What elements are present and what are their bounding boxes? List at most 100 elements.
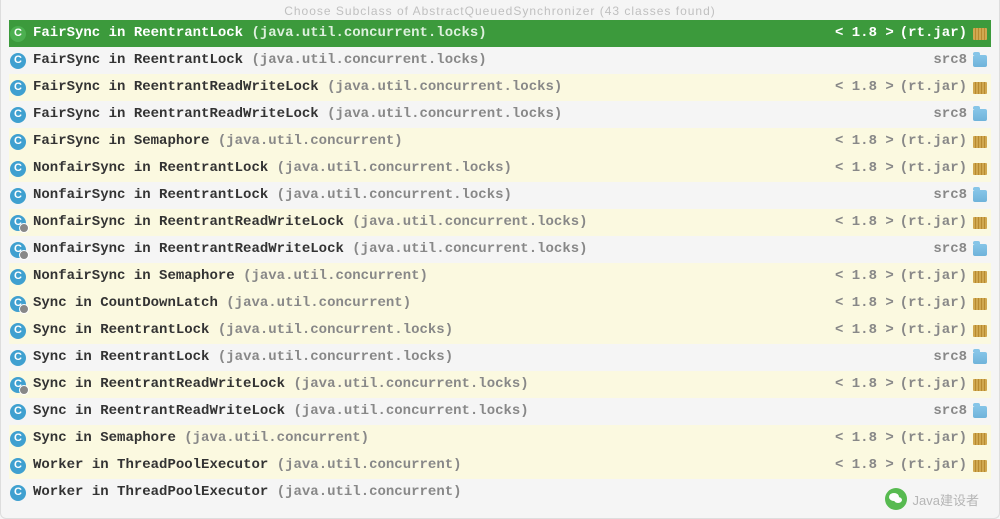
list-item[interactable]: C FairSync in ReentrantLock (java.util.c… bbox=[9, 47, 991, 74]
class-icon: C bbox=[9, 25, 27, 43]
item-main-text: Sync in ReentrantReadWriteLock (java.uti… bbox=[33, 374, 829, 395]
item-meta: src8 bbox=[933, 347, 987, 368]
in-keyword: in bbox=[75, 376, 100, 392]
list-item[interactable]: C FairSync in ReentrantReadWriteLock (ja… bbox=[9, 74, 991, 101]
list-item[interactable]: C NonfairSync in ReentrantLock (java.uti… bbox=[9, 155, 991, 182]
enclosing-class: ReentrantLock bbox=[100, 349, 218, 365]
package-name: (java.util.concurrent.locks) bbox=[293, 403, 528, 419]
package-name: (java.util.concurrent) bbox=[277, 457, 462, 473]
list-item[interactable]: C Sync in CountDownLatch (java.util.conc… bbox=[9, 290, 991, 317]
location-icon bbox=[973, 28, 987, 40]
class-icon: C bbox=[9, 403, 27, 421]
package-name: (java.util.concurrent) bbox=[218, 133, 403, 149]
jdk-version: < 1.8 > bbox=[835, 23, 894, 44]
enclosing-class: ReentrantReadWriteLock bbox=[134, 79, 327, 95]
item-meta: src8 bbox=[933, 401, 987, 422]
class-name: FairSync bbox=[33, 106, 100, 122]
list-item[interactable]: C Worker in ThreadPoolExecutor (java.uti… bbox=[9, 479, 991, 506]
package-name: (java.util.concurrent.locks) bbox=[251, 52, 486, 68]
location-label: (rt.jar) bbox=[900, 266, 967, 287]
in-keyword: in bbox=[75, 430, 100, 446]
class-icon: C bbox=[9, 52, 27, 70]
location-icon bbox=[973, 325, 987, 337]
list-item[interactable]: C FairSync in Semaphore (java.util.concu… bbox=[9, 128, 991, 155]
in-keyword: in bbox=[92, 484, 117, 500]
item-main-text: NonfairSync in ReentrantLock (java.util.… bbox=[33, 185, 927, 206]
jdk-version: < 1.8 > bbox=[835, 320, 894, 341]
list-item[interactable]: C NonfairSync in Semaphore (java.util.co… bbox=[9, 263, 991, 290]
list-item[interactable]: C NonfairSync in ReentrantReadWriteLock … bbox=[9, 209, 991, 236]
list-item[interactable]: C Worker in ThreadPoolExecutor (java.uti… bbox=[9, 452, 991, 479]
class-icon: C bbox=[9, 295, 27, 313]
enclosing-class: ReentrantLock bbox=[134, 25, 252, 41]
class-icon: C bbox=[9, 430, 27, 448]
item-meta: < 1.8 > (rt.jar) bbox=[835, 428, 987, 449]
jdk-version: < 1.8 > bbox=[835, 212, 894, 233]
list-item[interactable]: C Sync in ReentrantLock (java.util.concu… bbox=[9, 344, 991, 371]
package-name: (java.util.concurrent.locks) bbox=[277, 187, 512, 203]
item-meta: src8 bbox=[933, 50, 987, 71]
package-name: (java.util.concurrent.locks) bbox=[218, 322, 453, 338]
package-name: (java.util.concurrent) bbox=[277, 484, 462, 500]
item-main-text: Sync in ReentrantReadWriteLock (java.uti… bbox=[33, 401, 927, 422]
enclosing-class: ReentrantReadWriteLock bbox=[159, 241, 352, 257]
in-keyword: in bbox=[134, 160, 159, 176]
package-name: (java.util.concurrent.locks) bbox=[251, 25, 486, 41]
class-icon: C bbox=[9, 322, 27, 340]
item-meta: < 1.8 > (rt.jar) bbox=[835, 320, 987, 341]
in-keyword: in bbox=[75, 322, 100, 338]
class-icon: C bbox=[9, 457, 27, 475]
enclosing-class: ReentrantLock bbox=[134, 52, 252, 68]
list-item[interactable]: C FairSync in ReentrantReadWriteLock (ja… bbox=[9, 101, 991, 128]
in-keyword: in bbox=[92, 457, 117, 473]
enclosing-class: ThreadPoolExecutor bbox=[117, 484, 277, 500]
in-keyword: in bbox=[109, 133, 134, 149]
item-meta: < 1.8 > (rt.jar) bbox=[835, 374, 987, 395]
class-name: NonfairSync bbox=[33, 268, 125, 284]
location-icon bbox=[973, 217, 987, 229]
list-item[interactable]: C NonfairSync in ReentrantReadWriteLock … bbox=[9, 236, 991, 263]
in-keyword: in bbox=[109, 25, 134, 41]
class-icon: C bbox=[9, 349, 27, 367]
list-item[interactable]: C Sync in ReentrantReadWriteLock (java.u… bbox=[9, 398, 991, 425]
location-label: src8 bbox=[933, 401, 967, 422]
location-label: (rt.jar) bbox=[900, 320, 967, 341]
jdk-version: < 1.8 > bbox=[835, 131, 894, 152]
class-name: Sync bbox=[33, 349, 67, 365]
location-label: (rt.jar) bbox=[900, 158, 967, 179]
item-meta: < 1.8 > (rt.jar) bbox=[835, 266, 987, 287]
location-icon bbox=[973, 82, 987, 94]
jdk-version: < 1.8 > bbox=[835, 158, 894, 179]
list-item[interactable]: C Sync in ReentrantReadWriteLock (java.u… bbox=[9, 371, 991, 398]
list-item[interactable]: C Sync in Semaphore (java.util.concurren… bbox=[9, 425, 991, 452]
class-suggestion-list: C FairSync in ReentrantLock (java.util.c… bbox=[9, 20, 991, 506]
package-name: (java.util.concurrent.locks) bbox=[327, 106, 562, 122]
class-name: NonfairSync bbox=[33, 214, 125, 230]
enclosing-class: Semaphore bbox=[100, 430, 184, 446]
class-name: NonfairSync bbox=[33, 187, 125, 203]
class-name: FairSync bbox=[33, 25, 100, 41]
item-main-text: FairSync in ReentrantReadWriteLock (java… bbox=[33, 77, 829, 98]
location-icon bbox=[973, 136, 987, 148]
in-keyword: in bbox=[75, 349, 100, 365]
class-name: Worker bbox=[33, 457, 83, 473]
location-label: (rt.jar) bbox=[900, 77, 967, 98]
location-icon bbox=[973, 190, 987, 202]
location-icon bbox=[973, 163, 987, 175]
wechat-icon bbox=[885, 488, 907, 510]
package-name: (java.util.concurrent.locks) bbox=[277, 160, 512, 176]
class-name: FairSync bbox=[33, 52, 100, 68]
item-meta: < 1.8 > (rt.jar) bbox=[835, 131, 987, 152]
location-icon bbox=[973, 433, 987, 445]
list-item[interactable]: C NonfairSync in ReentrantLock (java.uti… bbox=[9, 182, 991, 209]
item-meta: src8 bbox=[933, 239, 987, 260]
list-item[interactable]: C Sync in ReentrantLock (java.util.concu… bbox=[9, 317, 991, 344]
package-name: (java.util.concurrent.locks) bbox=[327, 79, 562, 95]
location-icon bbox=[973, 271, 987, 283]
list-item[interactable]: C FairSync in ReentrantLock (java.util.c… bbox=[9, 20, 991, 47]
class-name: Sync bbox=[33, 376, 67, 392]
class-icon: C bbox=[9, 79, 27, 97]
location-label: src8 bbox=[933, 239, 967, 260]
enclosing-class: Semaphore bbox=[159, 268, 243, 284]
location-label: (rt.jar) bbox=[900, 428, 967, 449]
